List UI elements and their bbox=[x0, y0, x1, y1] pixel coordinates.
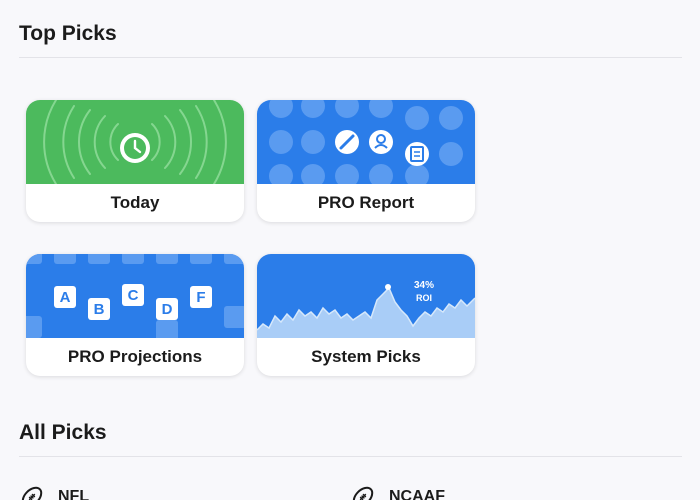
system-picks-card[interactable]: 34% ROI System Picks bbox=[257, 254, 475, 376]
pro-report-card-label: PRO Report bbox=[317, 193, 415, 212]
pro-report-card-art bbox=[257, 100, 475, 184]
all-picks-title: All Picks bbox=[19, 421, 107, 444]
picks-page: Top Picks Today PRO Report A B C D F PRO… bbox=[0, 0, 700, 500]
pick-item-nfl-label: NFL bbox=[58, 488, 90, 500]
pattern-icons bbox=[257, 100, 475, 184]
pick-item-nfl[interactable]: NFL bbox=[19, 484, 89, 500]
letter-b: B bbox=[94, 301, 105, 318]
pro-projections-card[interactable]: A B C D F PRO Projections bbox=[26, 254, 244, 376]
today-card-label: Today bbox=[110, 193, 160, 212]
pick-item-ncaaf[interactable]: NCAAF bbox=[350, 484, 445, 500]
letter-c: C bbox=[128, 287, 139, 304]
roi-label: ROI bbox=[416, 293, 432, 303]
pro-report-card[interactable]: PRO Report bbox=[257, 100, 475, 222]
system-picks-card-art: 34% ROI bbox=[257, 254, 475, 338]
roi-value: 34% bbox=[414, 280, 434, 291]
all-picks-divider bbox=[19, 456, 682, 457]
today-card-art bbox=[26, 100, 244, 184]
roi-chart: 34% ROI bbox=[257, 254, 475, 338]
system-picks-card-label: System Picks bbox=[311, 347, 421, 366]
pro-projections-card-art: A B C D F bbox=[26, 254, 244, 338]
clock-icon bbox=[26, 100, 244, 184]
football-icon bbox=[352, 486, 374, 500]
pick-item-ncaaf-label: NCAAF bbox=[389, 488, 445, 500]
letter-a: A bbox=[60, 289, 71, 306]
letter-d: D bbox=[162, 301, 173, 318]
football-icon bbox=[21, 486, 43, 500]
letter-grid: A B C D F bbox=[26, 254, 244, 338]
letter-f: F bbox=[196, 289, 205, 306]
top-picks-title: Top Picks bbox=[19, 22, 117, 45]
pro-projections-card-label: PRO Projections bbox=[67, 347, 203, 366]
today-card[interactable]: Today bbox=[26, 100, 244, 222]
top-picks-divider bbox=[19, 57, 682, 58]
